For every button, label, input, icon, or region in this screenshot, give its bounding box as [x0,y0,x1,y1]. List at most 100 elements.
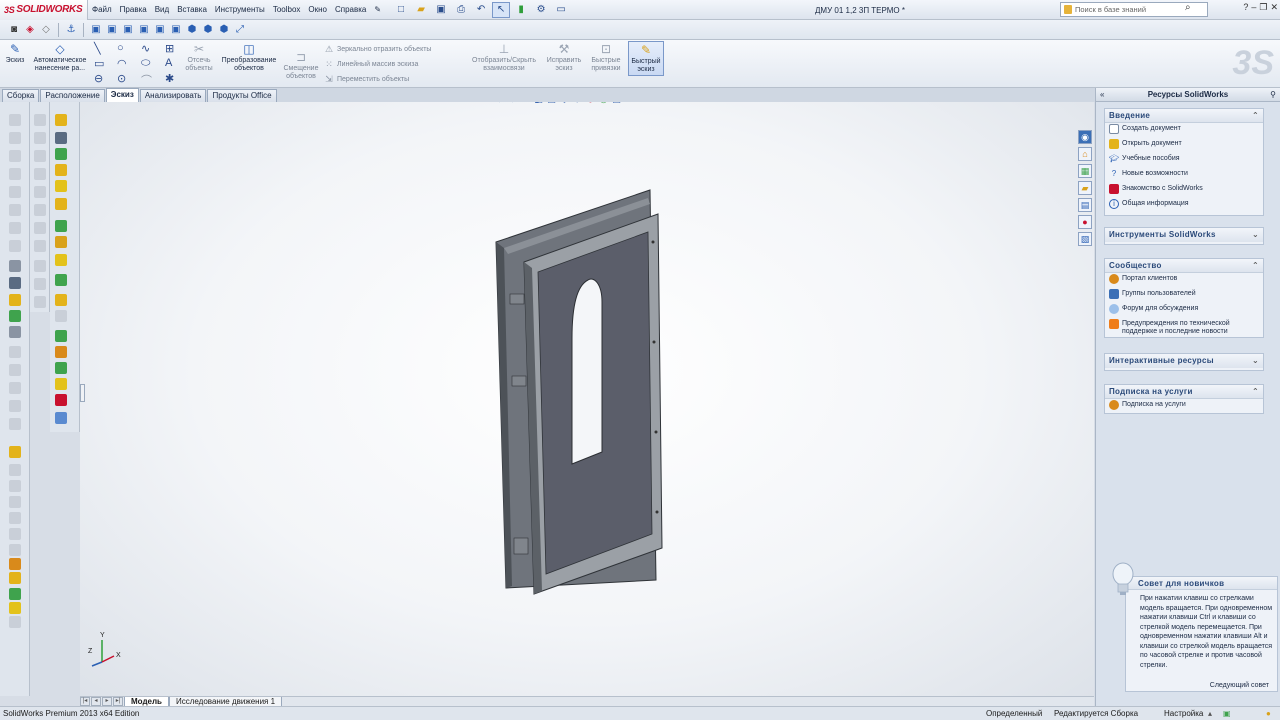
view-trimetric-icon[interactable]: ⬢ [217,23,231,37]
menu-toolbox[interactable]: Toolbox [269,5,305,14]
tool-icon[interactable] [34,204,46,216]
save-icon[interactable]: ▣ [432,2,450,18]
list-item[interactable]: Форум для обсуждения [1105,303,1263,318]
arc-icon[interactable]: ◠ [117,57,127,70]
tool-icon[interactable] [9,480,21,492]
tool-icon[interactable] [55,310,67,322]
tool-icon[interactable] [55,132,67,144]
list-item[interactable]: Открыть документ [1105,138,1263,153]
help-status-icon[interactable]: ▣ [1223,707,1231,720]
list-item[interactable]: 🎓︎ Учебные пособия [1105,153,1263,168]
tool-icon[interactable] [9,310,21,322]
list-item[interactable]: Знакомство с SolidWorks [1105,183,1263,198]
tool-icon[interactable] [34,186,46,198]
view-orientation-icon[interactable]: ▣ [546,102,557,105]
tool-icon[interactable] [9,418,21,430]
list-item[interactable]: Портал клиентов [1105,273,1263,288]
view-bottom-icon[interactable]: ▣ [169,23,183,37]
tool-icon[interactable] [9,114,21,126]
tool-icon[interactable] [55,148,67,160]
tab-office[interactable]: Продукты Office [207,89,277,102]
list-item[interactable]: ? Новые возможности [1105,168,1263,183]
slot-icon[interactable]: ⊖ [94,72,103,85]
door-model[interactable] [80,102,1094,696]
explorer-tab-icon[interactable]: ▰ [1078,181,1092,195]
tool-icon[interactable] [55,180,67,192]
menu-edit[interactable]: Правка [116,5,151,14]
tool-icon[interactable] [55,114,67,126]
zoom-fit-icon[interactable]: ⊕ [494,102,505,105]
mirror-entities-button[interactable]: ⚠ Зеркально отразить объекты [324,44,432,54]
chevron-up-icon[interactable]: ⌃ [1252,109,1259,123]
viewport-split-icon[interactable]: ▥ [1050,102,1058,103]
custom-properties-icon[interactable]: ▧ [1078,232,1092,246]
tool-icon[interactable] [9,204,21,216]
select-cursor-icon[interactable]: ↖ [492,1,511,18]
view-right-icon[interactable]: ▣ [137,23,151,37]
tool-icon[interactable] [9,277,21,289]
tool-icon[interactable] [55,220,67,232]
tool-icon[interactable] [34,222,46,234]
smart-dimension-button[interactable]: ◇ Автоматическое нанесение ра... [30,42,90,73]
open-folder-icon[interactable]: ▰ [412,2,430,18]
pin-pane-icon[interactable]: ⚲ [1270,88,1276,102]
tool-icon[interactable] [55,164,67,176]
panel-splitter[interactable] [80,384,85,402]
scene-icon[interactable]: ◉ [598,102,609,105]
menu-insert[interactable]: Вставка [173,5,211,14]
list-item[interactable]: Группы пользователей [1105,288,1263,303]
view-dimetric-icon[interactable]: ⬢ [201,23,215,37]
rebuild-icon[interactable]: ▮ [512,2,530,18]
chevron-up-icon[interactable]: ⌃ [1252,385,1259,399]
section-view-icon[interactable]: ◧ [533,102,544,105]
section-intro-header[interactable]: Введение ⌃ [1105,109,1263,123]
screen-icon[interactable]: ▭ [552,2,570,18]
quick-snaps-button[interactable]: ⊡ Быстрые привязки [586,42,626,73]
menu-help[interactable]: Справка [331,5,370,14]
solidworks-logo[interactable]: 3S SOLIDWORKS [0,0,88,20]
menu-file[interactable]: Файл [88,5,116,14]
tab-motion-study[interactable]: Исследование движения 1 [168,696,283,707]
tool-icon[interactable] [9,346,21,358]
tool-icon[interactable] [9,240,21,252]
view-top-icon[interactable]: ▣ [153,23,167,37]
polygon-icon[interactable]: ⊙ [117,72,126,85]
home-tab-icon[interactable]: ⌂ [1078,147,1092,161]
viewport-layout-icon[interactable]: ▣ [1039,102,1047,103]
spline-icon[interactable]: ∿ [141,42,150,55]
tool-icon[interactable] [55,330,67,342]
appearance-icon[interactable]: ● [585,102,596,105]
graphics-viewport[interactable]: ⊕ ⊕ ↺ ◧ ▣ ◈ ◐ ● ◉ ▤ ▣ ▥ – ❐ ✕ Y X Z [80,102,1094,696]
view-palette-icon[interactable]: ▤ [1078,198,1092,212]
menu-window[interactable]: Окно [304,5,331,14]
list-item[interactable]: Подписка на услуги [1105,399,1263,414]
view-settings-icon[interactable]: ▤ [611,102,622,105]
display-style-icon[interactable]: ◈ [559,102,570,105]
tool-icon[interactable] [55,394,67,406]
tool-icon[interactable] [9,382,21,394]
normal-to-icon[interactable]: ⤢ [233,23,247,37]
prev-tab-icon[interactable]: ◂ [91,697,101,706]
tool-icon[interactable] [9,364,21,376]
point-icon[interactable]: ✱ [165,72,174,85]
viewport-restore-icon[interactable]: ❐ [1070,102,1077,103]
tool-icon[interactable] [55,378,67,390]
print-icon[interactable]: ⎙ [452,2,470,18]
tab-sketch[interactable]: Эскиз [105,88,139,102]
tool-icon[interactable] [55,198,67,210]
options-icon[interactable]: ⚙ [532,2,550,18]
tool-icon[interactable] [55,254,67,266]
tool-icon[interactable] [9,512,21,524]
tool-icon[interactable] [9,572,21,584]
status-settings[interactable]: Настройка [1164,707,1203,720]
tab-layout[interactable]: Расположение [40,89,105,102]
sketch-button[interactable]: ✎ Эскиз [4,42,26,65]
tool-icon[interactable] [55,412,67,424]
tool-icon[interactable] [9,588,21,600]
restore-icon[interactable]: ❐ [1259,2,1267,13]
previous-view-icon[interactable]: ↺ [520,102,531,105]
tool-icon[interactable] [55,362,67,374]
move-entities-button[interactable]: ⇲ Переместить объекты [324,74,409,84]
hide-show-icon[interactable]: ◐ [572,102,583,105]
section-subscription-header[interactable]: Подписка на услуги ⌃ [1105,385,1263,399]
